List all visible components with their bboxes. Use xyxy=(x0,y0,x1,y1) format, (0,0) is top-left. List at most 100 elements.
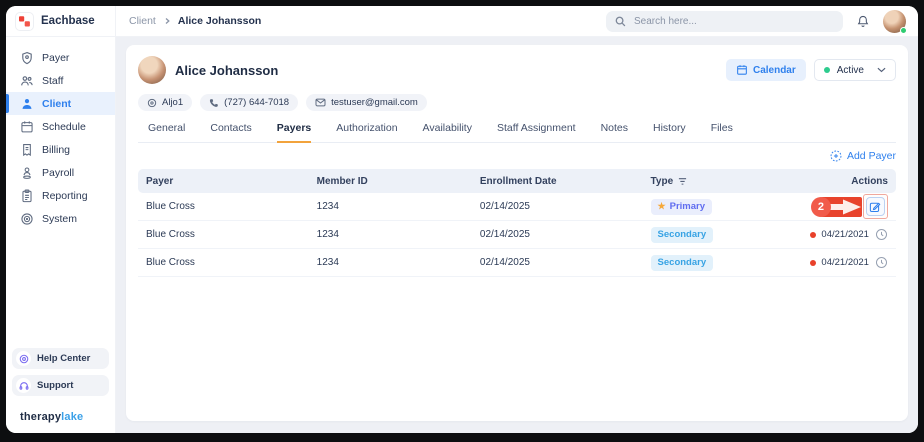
type-badge-label: Secondary xyxy=(658,257,707,268)
help-icon xyxy=(16,351,31,366)
status-value: Active xyxy=(837,65,864,76)
online-status-dot xyxy=(900,27,907,34)
bell-icon xyxy=(856,14,870,29)
sidebar-item-schedule[interactable]: Schedule xyxy=(6,115,115,138)
clipboard-icon xyxy=(20,189,34,203)
client-info-chips: Aljo1 (727) 644-7018 testuser@gmail.com xyxy=(138,94,896,111)
history-clock-icon[interactable] xyxy=(875,256,888,269)
invoice-icon xyxy=(20,143,34,157)
sidebar-item-payer[interactable]: Payer xyxy=(6,46,115,69)
member-id-cell: 1234 xyxy=(317,201,480,212)
column-header-member-id: Member ID xyxy=(317,176,480,187)
status-dot-icon xyxy=(824,67,830,73)
edit-payer-button[interactable] xyxy=(866,197,885,216)
phone-icon xyxy=(209,98,219,108)
client-email-chip: testuser@gmail.com xyxy=(306,94,427,111)
person-icon xyxy=(20,97,34,111)
add-payer-button[interactable]: Add Payer xyxy=(830,150,896,162)
chevron-down-icon xyxy=(877,67,886,73)
logo-text-secondary: lake xyxy=(61,411,83,423)
sidebar-item-client[interactable]: Client xyxy=(6,92,115,115)
column-header-payer: Payer xyxy=(146,176,317,187)
search-input[interactable] xyxy=(632,15,834,28)
user-avatar[interactable] xyxy=(883,10,906,33)
payroll-icon xyxy=(20,166,34,180)
tab-contacts[interactable]: Contacts xyxy=(210,122,251,142)
client-email-value: testuser@gmail.com xyxy=(331,97,418,108)
secondary-type-badge: Secondary xyxy=(651,227,714,243)
sidebar-item-billing[interactable]: Billing xyxy=(6,138,115,161)
sidebar-item-label: Client xyxy=(42,98,71,110)
table-header-row: Payer Member ID Enrollment Date Type Act… xyxy=(138,169,896,193)
enrollment-date-cell: 02/14/2025 xyxy=(480,201,651,212)
tab-history[interactable]: History xyxy=(653,122,686,142)
sidebar-item-reporting[interactable]: Reporting xyxy=(6,184,115,207)
breadcrumb-section[interactable]: Client xyxy=(129,15,156,27)
client-tabs: General Contacts Payers Authorization Av… xyxy=(138,122,896,143)
tab-authorization[interactable]: Authorization xyxy=(336,122,397,142)
tab-payers[interactable]: Payers xyxy=(277,122,311,143)
top-bar: Eachbase Client Alice Johansson xyxy=(6,6,918,37)
payer-cell: Blue Cross xyxy=(146,229,317,240)
column-header-actions: Actions xyxy=(777,176,888,187)
tab-staff-assignment[interactable]: Staff Assignment xyxy=(497,122,576,142)
shield-icon xyxy=(20,51,34,65)
topbar-right xyxy=(606,10,918,33)
support-button[interactable]: Support xyxy=(12,375,109,396)
status-dropdown[interactable]: Active xyxy=(814,59,896,81)
sidebar-item-staff[interactable]: Staff xyxy=(6,69,115,92)
tab-availability[interactable]: Availability xyxy=(423,122,472,142)
calendar-icon xyxy=(20,120,34,134)
terminated-dot-icon xyxy=(810,260,816,266)
end-date-value: 04/21/2021 xyxy=(821,229,869,240)
primary-type-badge: Primary xyxy=(651,199,712,215)
main-content: Alice Johansson Calendar Active xyxy=(116,37,918,433)
type-badge-label: Primary xyxy=(670,201,705,212)
client-phone-chip: (727) 644-7018 xyxy=(200,94,298,111)
column-header-type: Type xyxy=(651,176,777,187)
client-phone-value: (727) 644-7018 xyxy=(224,97,289,108)
breadcrumb-current: Alice Johansson xyxy=(178,15,261,27)
app-window: Eachbase Client Alice Johansson xyxy=(6,6,918,433)
enrollment-date-cell: 02/14/2025 xyxy=(480,229,651,240)
filter-icon[interactable] xyxy=(678,177,687,186)
table-row: Blue Cross 1234 02/14/2025 Primary 2 xyxy=(138,193,896,221)
client-id-chip: Aljo1 xyxy=(138,94,192,111)
help-center-button[interactable]: Help Center xyxy=(12,348,109,369)
sidebar-item-payroll[interactable]: Payroll xyxy=(6,161,115,184)
tab-files[interactable]: Files xyxy=(711,122,733,142)
sidebar-item-system[interactable]: System xyxy=(6,207,115,230)
logo-text-primary: therapy xyxy=(20,411,61,423)
tab-general[interactable]: General xyxy=(148,122,185,142)
add-circle-icon xyxy=(830,150,842,162)
notifications-button[interactable] xyxy=(856,14,870,29)
sidebar-item-label: System xyxy=(42,213,77,225)
actions-cell: 2 xyxy=(777,194,888,219)
history-clock-icon[interactable] xyxy=(875,228,888,241)
actions-cell: 04/21/2021 xyxy=(777,256,888,269)
headset-icon xyxy=(16,378,31,393)
gear-icon xyxy=(20,212,34,226)
client-avatar xyxy=(138,56,166,84)
end-date-value: 04/21/2021 xyxy=(821,257,869,268)
sidebar-item-label: Schedule xyxy=(42,121,86,133)
sidebar: Payer Staff Client Schedule Billing Payr… xyxy=(6,37,116,433)
column-header-type-label: Type xyxy=(651,176,674,187)
calendar-button[interactable]: Calendar xyxy=(726,59,806,81)
edit-icon xyxy=(869,201,881,213)
sidebar-item-label: Payer xyxy=(42,52,69,64)
search-bar[interactable] xyxy=(606,11,843,32)
member-id-cell: 1234 xyxy=(317,229,480,240)
breadcrumb: Client Alice Johansson xyxy=(116,15,261,27)
calendar-button-label: Calendar xyxy=(753,65,796,76)
client-name: Alice Johansson xyxy=(175,63,278,78)
payer-cell: Blue Cross xyxy=(146,257,317,268)
calendar-icon xyxy=(736,64,748,76)
tab-notes[interactable]: Notes xyxy=(601,122,628,142)
column-header-enrollment-date: Enrollment Date xyxy=(480,176,651,187)
search-icon xyxy=(615,16,626,27)
star-icon xyxy=(658,201,666,212)
table-row: Blue Cross 1234 02/14/2025 Secondary 04/… xyxy=(138,221,896,249)
enrollment-date-cell: 02/14/2025 xyxy=(480,257,651,268)
type-cell: Primary xyxy=(651,199,777,215)
